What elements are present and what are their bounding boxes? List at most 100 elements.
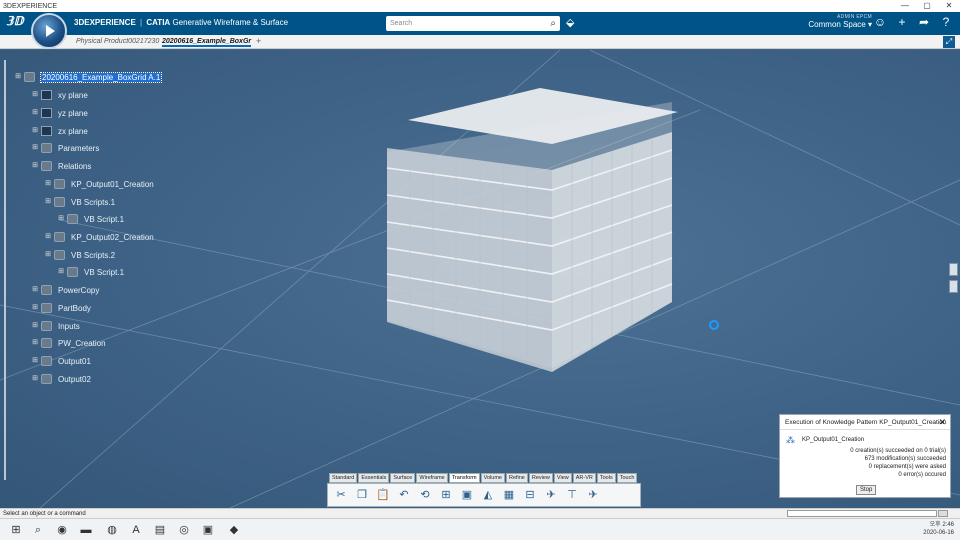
action-tab-refine[interactable]: Refine xyxy=(505,473,528,483)
tree-node[interactable]: ⊞ Output02 xyxy=(31,374,91,384)
tree-node[interactable]: ⊞ Parameters xyxy=(31,143,99,153)
search-icon[interactable]: ⌕ xyxy=(30,522,46,538)
action-tab-touch[interactable]: Touch xyxy=(616,473,638,483)
close-button[interactable]: ✕ xyxy=(938,0,960,12)
action-tab-ar-vr[interactable]: AR-VR xyxy=(572,473,596,483)
taskbar-app-icon[interactable]: ◎ xyxy=(176,522,192,538)
taskbar-app-icon[interactable]: ▤ xyxy=(152,522,168,538)
side-panel-button[interactable] xyxy=(949,263,958,276)
help-icon[interactable]: ? xyxy=(938,15,954,29)
expand-toggle-icon[interactable]: ⊞ xyxy=(57,268,65,276)
dialog-title-bar: Execution of Knowledge Pattern KP_Output… xyxy=(780,415,950,430)
expand-toggle-icon[interactable]: ⊞ xyxy=(44,233,52,241)
expand-toggle-icon[interactable]: ⊞ xyxy=(31,339,39,347)
tool-icon[interactable]: ▣ xyxy=(458,487,476,503)
expand-toggle-icon[interactable]: ⊞ xyxy=(31,322,39,330)
plus-icon[interactable]: + xyxy=(894,15,910,29)
brand-app-desc: Generative Wireframe & Surface xyxy=(172,18,289,27)
expand-toggle-icon[interactable]: ⊞ xyxy=(14,73,22,81)
expand-toggle-icon[interactable]: ⊞ xyxy=(31,357,39,365)
tree-node[interactable]: ⊞ yz plane xyxy=(31,108,88,118)
command-button[interactable] xyxy=(938,510,948,517)
tab-boxgrid[interactable]: 20200616_Example_BoxGr xyxy=(162,38,252,47)
system-clock[interactable]: 오후 2:46 2020-06-16 xyxy=(923,521,954,537)
tool-icon[interactable]: ❐ xyxy=(353,487,371,503)
expand-icon[interactable]: ⤢ xyxy=(943,36,955,48)
taskbar-app-icon[interactable]: ▣ xyxy=(200,522,216,538)
taskbar-app-icon[interactable]: ◉ xyxy=(54,522,70,538)
side-panel-button[interactable] xyxy=(949,280,958,293)
search-icon[interactable]: ⌕ xyxy=(550,16,556,31)
tree-node[interactable]: ⊞ Inputs xyxy=(31,321,80,331)
action-tab-wireframe[interactable]: Wireframe xyxy=(416,473,448,483)
taskbar-app-icon[interactable]: A xyxy=(128,522,144,538)
search-input[interactable]: Search ⌕ xyxy=(386,16,560,31)
expand-toggle-icon[interactable]: ⊞ xyxy=(31,304,39,312)
tree-node[interactable]: ⊞ PW_Creation xyxy=(31,338,106,348)
tree-node[interactable]: ⊞ PowerCopy xyxy=(31,285,99,295)
maximize-button[interactable]: ▢ xyxy=(916,0,938,12)
expand-toggle-icon[interactable]: ⊞ xyxy=(31,162,39,170)
tool-icon[interactable]: ◭ xyxy=(479,487,497,503)
tree-node[interactable]: ⊞ Relations xyxy=(31,161,91,171)
expand-toggle-icon[interactable]: ⊞ xyxy=(57,215,65,223)
action-tab-view[interactable]: View xyxy=(553,473,572,483)
tree-node[interactable]: ⊞ KP_Output02_Creation xyxy=(44,232,154,242)
action-tab-volume[interactable]: Volume xyxy=(480,473,505,483)
start-icon[interactable]: ⊞ xyxy=(8,522,24,538)
action-tab-surface[interactable]: Surface xyxy=(390,473,416,483)
tool-icon[interactable]: ✂ xyxy=(332,487,350,503)
new-tab-button[interactable]: + xyxy=(256,36,261,46)
tool-icon[interactable]: ⟲ xyxy=(416,487,434,503)
tool-icon[interactable]: ✈ xyxy=(584,487,602,503)
expand-toggle-icon[interactable]: ⊞ xyxy=(44,180,52,188)
tree-node[interactable]: ⊞ xy plane xyxy=(31,90,88,100)
user-icon[interactable]: ☺ xyxy=(872,15,888,29)
share-icon[interactable]: ➦ xyxy=(916,15,932,29)
action-bar-tabs: Standard Essentials Surface Wireframe Transf… xyxy=(329,473,638,483)
command-input[interactable] xyxy=(787,510,937,517)
expand-toggle-icon[interactable]: ⊞ xyxy=(31,109,39,117)
tree-node[interactable]: ⊞ VB Scripts.1 xyxy=(44,197,115,207)
tab-physical-product[interactable]: Physical Product00217230 xyxy=(76,38,159,45)
minimize-button[interactable]: — xyxy=(894,0,916,12)
compass-button[interactable] xyxy=(31,13,67,49)
tree-node[interactable]: ⊞ VB Scripts.2 xyxy=(44,250,115,260)
tool-icon[interactable]: 📋 xyxy=(374,487,392,503)
tree-node[interactable]: ⊞ PartBody xyxy=(31,303,91,313)
action-tab-transform[interactable]: Transform xyxy=(448,473,480,483)
tree-node[interactable]: ⊞ zx plane xyxy=(31,126,88,136)
space-selector[interactable]: Common Space ▾ xyxy=(808,20,872,29)
tree-node[interactable]: ⊞ VB Script.1 xyxy=(57,214,124,224)
expand-toggle-icon[interactable]: ⊞ xyxy=(31,144,39,152)
tree-node[interactable]: ⊞ Output01 xyxy=(31,356,91,366)
ds-logo-icon[interactable]: 𝟛𝔻 xyxy=(6,14,23,28)
tree-scrollbar[interactable] xyxy=(4,60,6,480)
expand-toggle-icon[interactable]: ⊞ xyxy=(44,251,52,259)
taskbar-app-icon[interactable]: ◍ xyxy=(104,522,120,538)
stop-button[interactable]: Stop xyxy=(856,485,877,495)
tool-icon[interactable]: ↶ xyxy=(395,487,413,503)
taskbar-app-icon[interactable]: ▬ xyxy=(78,522,94,538)
tool-icon[interactable]: ▦ xyxy=(500,487,518,503)
tool-icon[interactable]: ⊞ xyxy=(437,487,455,503)
action-tab-review[interactable]: Review xyxy=(528,473,553,483)
expand-toggle-icon[interactable]: ⊞ xyxy=(31,286,39,294)
tag-icon[interactable]: ⬙ xyxy=(566,16,574,29)
action-tab-essentials[interactable]: Essentials xyxy=(358,473,390,483)
expand-toggle-icon[interactable]: ⊞ xyxy=(31,127,39,135)
action-tab-tools[interactable]: Tools xyxy=(596,473,616,483)
tree-node[interactable]: ⊞ VB Script.1 xyxy=(57,267,124,277)
tool-icon[interactable]: ⊟ xyxy=(521,487,539,503)
tool-icon[interactable]: ⊤ xyxy=(563,487,581,503)
dialog-close-icon[interactable]: ✕ xyxy=(938,415,946,430)
expand-toggle-icon[interactable]: ⊞ xyxy=(44,198,52,206)
expand-toggle-icon[interactable]: ⊞ xyxy=(31,375,39,383)
tree-node[interactable]: ⊞ 20200616_Example_BoxGrid A.1 xyxy=(14,71,163,83)
expand-toggle-icon[interactable]: ⊞ xyxy=(31,91,39,99)
taskbar-app-icon[interactable]: ◆ xyxy=(226,522,242,538)
tree-node[interactable]: ⊞ KP_Output01_Creation xyxy=(44,179,154,189)
collab-space[interactable]: ADMIN EPCM Common Space ▾ xyxy=(808,14,872,29)
tool-icon[interactable]: ✈ xyxy=(542,487,560,503)
action-tab-standard[interactable]: Standard xyxy=(329,473,358,483)
